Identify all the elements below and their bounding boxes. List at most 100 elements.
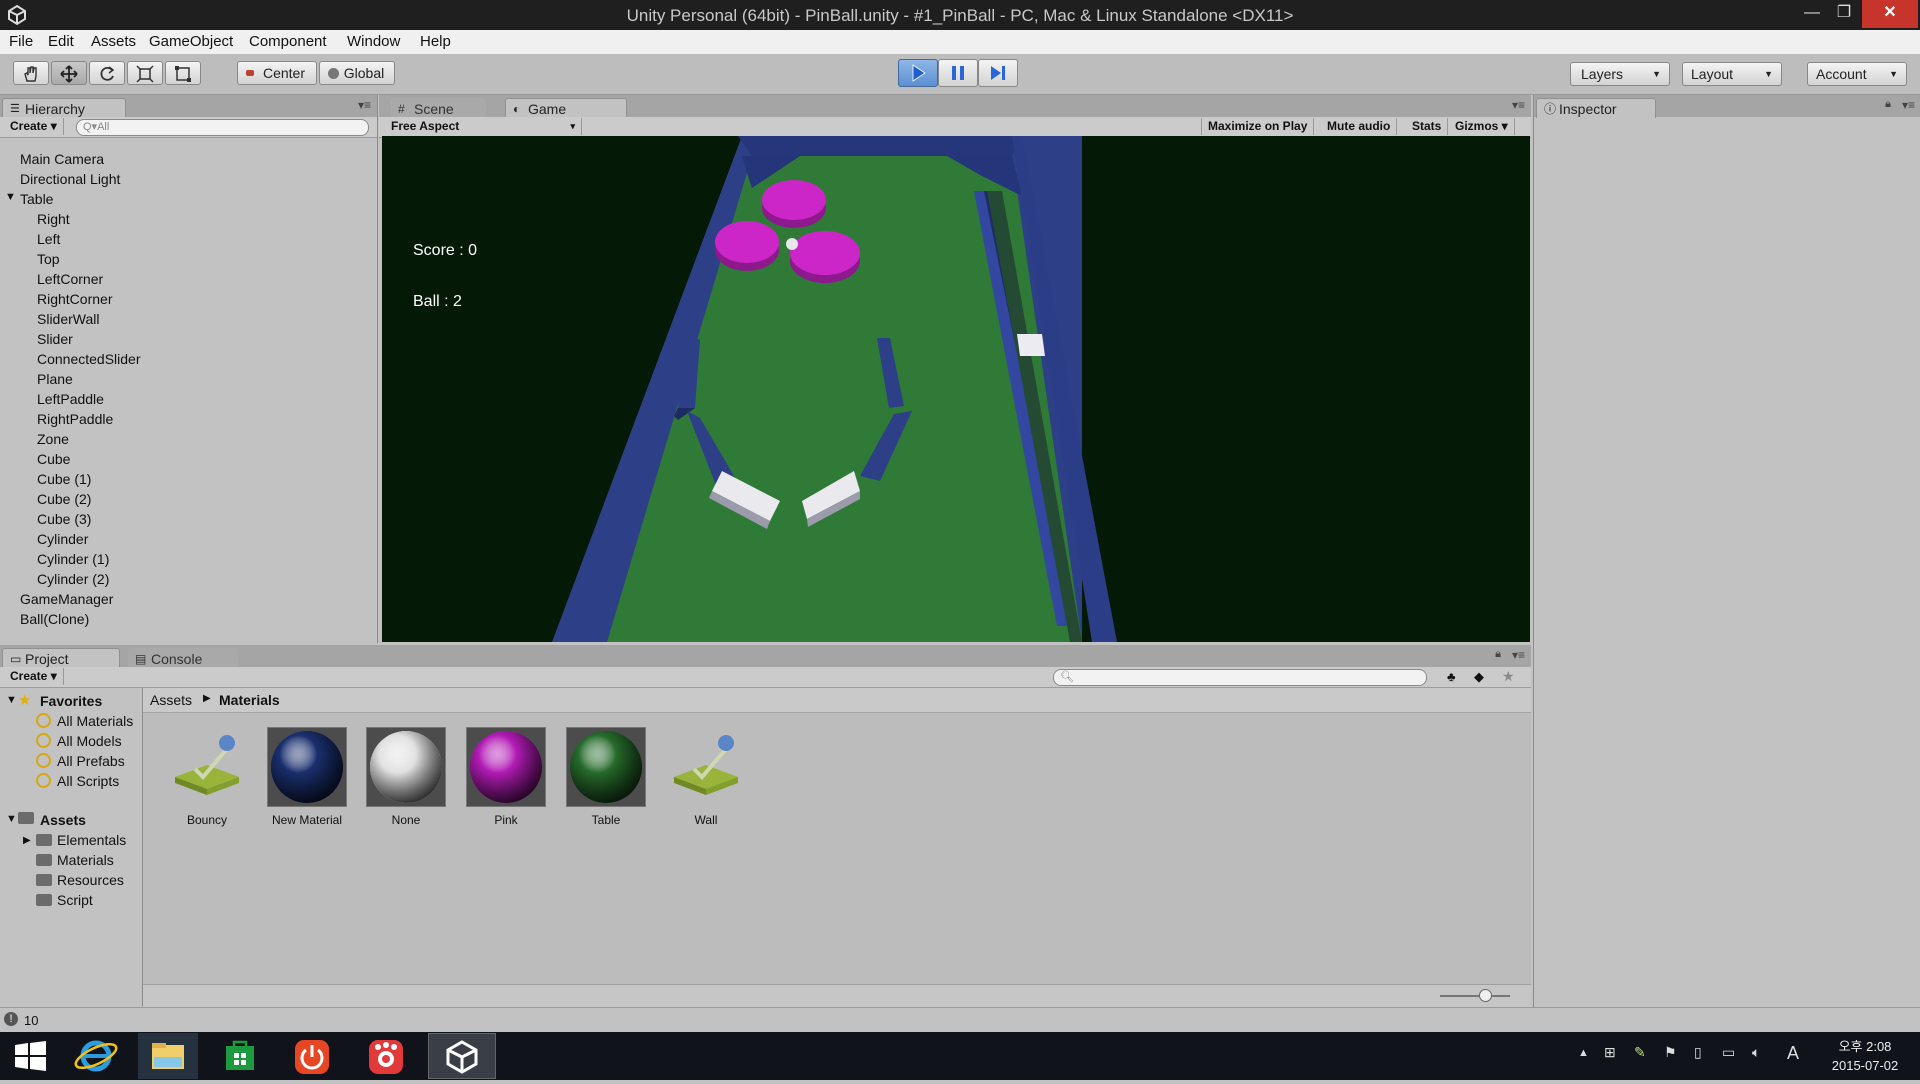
expand-arrow-icon[interactable]: ▼ xyxy=(6,694,17,706)
hierarchy-item[interactable]: Cube (3) xyxy=(37,510,91,528)
tray-language-indicator[interactable]: A xyxy=(1787,1043,1799,1064)
favorite-star-icon[interactable]: ★ xyxy=(1502,668,1515,685)
hierarchy-item[interactable]: Cylinder xyxy=(37,530,88,548)
hierarchy-item[interactable]: Cube (1) xyxy=(37,470,91,488)
aspect-dropdown[interactable]: Free Aspect ▾ xyxy=(385,118,582,135)
hierarchy-item[interactable]: Right xyxy=(37,210,70,228)
menu-gameobject[interactable]: GameObject xyxy=(149,33,233,50)
menu-assets[interactable]: Assets xyxy=(91,33,136,50)
panel-menu-icon[interactable]: ▾≡ xyxy=(1512,98,1525,112)
expand-arrow-icon[interactable]: ▼ xyxy=(5,191,16,203)
pivot-toggle-button[interactable]: Center xyxy=(237,61,317,85)
layout-dropdown[interactable]: Layout ▼ xyxy=(1682,62,1782,86)
collapse-arrow-icon[interactable]: ▶ xyxy=(23,835,31,846)
tab-inspector[interactable]: ⓘ Inspector xyxy=(1536,98,1656,118)
hierarchy-item[interactable]: Cylinder (2) xyxy=(37,570,109,588)
restore-button[interactable]: ❐ xyxy=(1822,0,1866,28)
hierarchy-search-input[interactable]: Q▾All xyxy=(76,119,369,136)
hierarchy-item[interactable]: RightPaddle xyxy=(37,410,113,428)
breadcrumb-materials[interactable]: Materials xyxy=(219,692,280,708)
account-dropdown[interactable]: Account ▼ xyxy=(1807,62,1907,86)
folder-item[interactable]: Script xyxy=(57,892,93,908)
hierarchy-item[interactable]: Main Camera xyxy=(20,150,104,168)
favorites-item[interactable]: All Models xyxy=(57,733,122,749)
tab-game[interactable]: ◐ Game xyxy=(505,98,627,118)
material-asset[interactable]: None xyxy=(361,727,451,827)
hierarchy-item[interactable]: Directional Light xyxy=(20,170,120,188)
panel-menu-icon[interactable]: ▾≡ xyxy=(1902,98,1915,112)
hierarchy-item[interactable]: Cube (2) xyxy=(37,490,91,508)
material-asset[interactable]: Wall xyxy=(661,727,751,827)
hand-tool-button[interactable] xyxy=(13,61,49,85)
hierarchy-item[interactable]: Left xyxy=(37,230,60,248)
unity-taskbar-button[interactable] xyxy=(428,1033,496,1079)
menu-file[interactable]: File xyxy=(9,33,33,50)
hierarchy-item[interactable]: Top xyxy=(37,250,60,268)
material-asset[interactable]: Bouncy xyxy=(162,727,252,827)
hierarchy-item[interactable]: Cylinder (1) xyxy=(37,550,109,568)
menu-help[interactable]: Help xyxy=(420,33,451,50)
material-asset[interactable]: New Material xyxy=(262,727,352,827)
menu-window[interactable]: Window xyxy=(347,33,400,50)
tray-flag-icon[interactable]: ⚑ xyxy=(1664,1044,1677,1061)
game-view[interactable]: Score : 0 Ball : 2 xyxy=(382,136,1530,642)
layers-dropdown[interactable]: Layers ▼ xyxy=(1570,62,1670,86)
lock-icon[interactable]: 🔒︎ xyxy=(1495,648,1501,661)
close-button[interactable]: ✕ xyxy=(1862,0,1918,28)
favorites-label[interactable]: Favorites xyxy=(40,693,102,709)
favorites-item[interactable]: All Scripts xyxy=(57,773,119,789)
hierarchy-item[interactable]: GameManager xyxy=(20,590,113,608)
panel-menu-icon[interactable]: ▾≡ xyxy=(1512,648,1525,662)
tray-windows-icon[interactable]: ⊞ xyxy=(1604,1044,1616,1061)
filter-by-label-icon[interactable]: ◆ xyxy=(1474,669,1484,685)
mute-audio-toggle[interactable]: Mute audio xyxy=(1321,118,1398,135)
filter-by-type-icon[interactable]: ♣ xyxy=(1447,669,1456,684)
tray-device-icon[interactable]: ▯ xyxy=(1694,1044,1702,1061)
rotate-tool-button[interactable] xyxy=(89,61,125,85)
internet-explorer-taskbar-button[interactable] xyxy=(66,1033,126,1079)
tray-pen-icon[interactable]: ✎ xyxy=(1634,1044,1646,1061)
gizmos-dropdown[interactable]: Gizmos ▾ xyxy=(1449,118,1515,135)
tray-network-icon[interactable]: ▭ xyxy=(1722,1044,1735,1061)
hierarchy-item[interactable]: Plane xyxy=(37,370,73,388)
hierarchy-item[interactable]: ConnectedSlider xyxy=(37,350,141,368)
expand-arrow-icon[interactable]: ▼ xyxy=(6,813,17,825)
material-asset[interactable]: Pink xyxy=(461,727,551,827)
tab-scene[interactable]: # Scene xyxy=(391,98,486,118)
project-create-button[interactable]: Create ▾ xyxy=(4,668,64,685)
zoom-slider-thumb[interactable] xyxy=(1479,989,1492,1002)
folder-item[interactable]: Resources xyxy=(57,872,124,888)
hierarchy-item[interactable]: Table xyxy=(20,190,53,208)
stats-toggle[interactable]: Stats xyxy=(1406,118,1449,135)
menu-edit[interactable]: Edit xyxy=(48,33,74,50)
pause-button[interactable] xyxy=(938,59,978,87)
tab-hierarchy[interactable]: ☰ Hierarchy xyxy=(2,98,126,118)
hierarchy-item[interactable]: Zone xyxy=(37,430,69,448)
camera-app-taskbar-button[interactable] xyxy=(356,1033,416,1079)
tray-volume-icon[interactable]: 🔈︎ xyxy=(1752,1044,1760,1061)
hierarchy-item[interactable]: LeftPaddle xyxy=(37,390,104,408)
tray-overflow-icon[interactable]: ▲ xyxy=(1578,1047,1589,1059)
move-tool-button[interactable] xyxy=(51,61,87,85)
file-explorer-taskbar-button[interactable] xyxy=(138,1033,198,1079)
panel-menu-icon[interactable]: ▾≡ xyxy=(358,98,371,112)
store-taskbar-button[interactable] xyxy=(210,1033,270,1079)
breadcrumb-assets[interactable]: Assets xyxy=(150,692,192,708)
lock-icon[interactable]: 🔒︎ xyxy=(1885,98,1891,111)
favorites-item[interactable]: All Materials xyxy=(57,713,133,729)
hierarchy-item[interactable]: SliderWall xyxy=(37,310,100,328)
tab-project[interactable]: ▭ Project xyxy=(2,648,120,668)
zoom-slider-track[interactable] xyxy=(1440,995,1510,997)
hierarchy-item[interactable]: LeftCorner xyxy=(37,270,103,288)
power-app-taskbar-button[interactable] xyxy=(282,1033,342,1079)
step-button[interactable] xyxy=(978,59,1018,87)
hierarchy-item[interactable]: Ball(Clone) xyxy=(20,610,89,628)
hierarchy-item[interactable]: Cube xyxy=(37,450,70,468)
hierarchy-item[interactable]: RightCorner xyxy=(37,290,112,308)
folder-item[interactable]: Materials xyxy=(57,852,114,868)
space-toggle-button[interactable]: Global xyxy=(319,61,395,85)
material-asset[interactable]: Table xyxy=(561,727,651,827)
tab-console[interactable]: ▤ Console xyxy=(128,648,238,668)
folder-item[interactable]: Elementals xyxy=(57,832,126,848)
favorites-item[interactable]: All Prefabs xyxy=(57,753,125,769)
